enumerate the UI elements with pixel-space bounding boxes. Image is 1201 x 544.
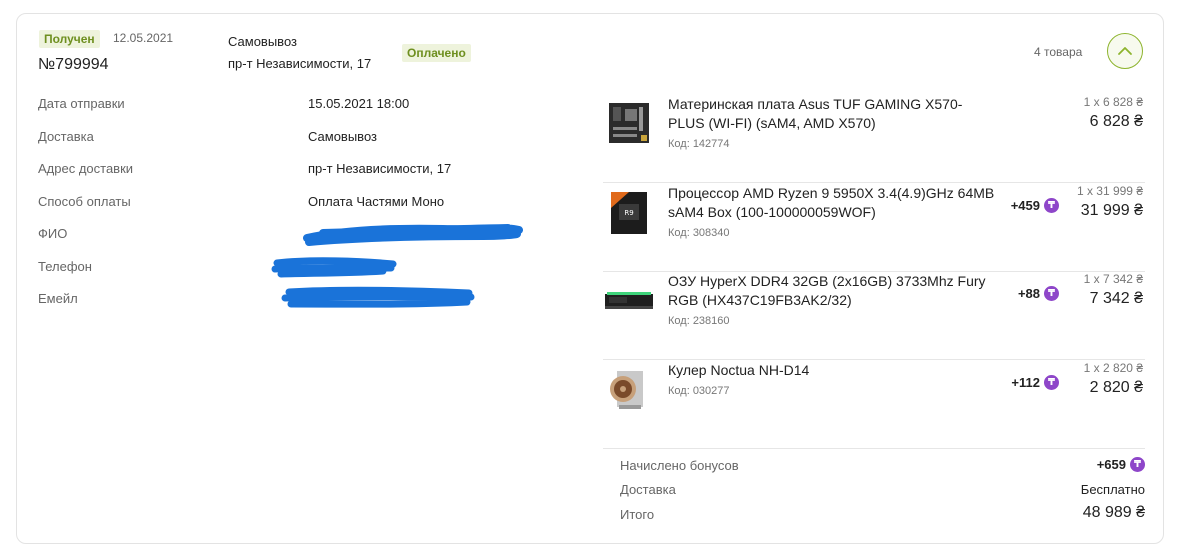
summary-delivery-value: Бесплатно	[1080, 482, 1145, 497]
order-date: 12.05.2021	[113, 31, 174, 45]
product-bonus: +112 ₸	[1011, 375, 1059, 390]
detail-value-address: пр-т Независимости, 17	[308, 161, 452, 176]
product-bonus: +459 ₸	[1011, 198, 1059, 213]
redaction-scribble-email	[281, 286, 475, 308]
product-row: ОЗУ HyperX DDR4 32GB (2x16GB) 3733Mhz Fu…	[603, 272, 1145, 360]
product-qty: 1 x 31 999 ₴	[1076, 184, 1143, 198]
detail-label-email: Емейл	[38, 291, 78, 306]
product-code: Код: 308340	[668, 227, 730, 239]
delivery-address: пр-т Независимости, 17	[228, 56, 372, 71]
detail-label-phone: Телефон	[38, 259, 92, 274]
detail-value-ship-date: 15.05.2021 18:00	[308, 96, 410, 111]
product-code: Код: 030277	[668, 385, 730, 397]
detail-label-name: ФИО	[38, 226, 68, 241]
product-bonus-value: +459	[1010, 198, 1040, 213]
items-count: 4 товара	[1034, 45, 1083, 59]
status-badge: Получен	[39, 30, 100, 48]
product-row: R9 Процессор AMD Ryzen 9 5950X 3.4(4.9)G…	[603, 184, 1145, 272]
product-code: Код: 238160	[668, 315, 730, 327]
summary-total-value: 48 989 ₴	[1082, 504, 1145, 521]
ram-image	[605, 292, 653, 309]
payment-badge: Оплачено	[402, 44, 471, 62]
detail-label-payment: Способ оплаты	[38, 194, 131, 209]
product-row: Кулер Noctua NH-D14 Код: 030277 +112 ₸ 1…	[603, 361, 1145, 449]
product-price: 7 342 ₴	[1089, 290, 1143, 307]
bonus-coin-icon: ₸	[1044, 375, 1059, 390]
product-qty: 1 x 2 820 ₴	[1083, 361, 1143, 375]
product-name[interactable]: Кулер Noctua NH-D14	[668, 361, 998, 380]
product-name[interactable]: Процессор AMD Ryzen 9 5950X 3.4(4.9)GHz …	[668, 184, 998, 222]
summary-total-label: Итого	[620, 507, 655, 522]
product-bonus: +88 ₸	[1018, 286, 1059, 301]
detail-label-ship-date: Дата отправки	[38, 96, 125, 111]
order-card: Получен 12.05.2021 №799994 Самовывоз пр-…	[16, 13, 1164, 544]
bonus-coin-icon: ₸	[1044, 198, 1059, 213]
product-name[interactable]: ОЗУ HyperX DDR4 32GB (2x16GB) 3733Mhz Fu…	[668, 272, 998, 310]
cpu-box-image: R9	[611, 192, 647, 234]
order-number: №799994	[38, 56, 109, 73]
summary-bonus: +659 ₸	[1097, 457, 1145, 472]
motherboard-image	[609, 103, 649, 143]
delivery-type: Самовывоз	[228, 34, 297, 49]
summary-delivery-label: Доставка	[620, 482, 676, 497]
redaction-scribble-phone	[271, 257, 397, 278]
chevron-up-icon	[1118, 47, 1132, 55]
product-price: 2 820 ₴	[1089, 379, 1143, 396]
detail-value-payment: Оплата Частями Моно	[308, 194, 445, 209]
summary-bonus-value: +659	[1096, 457, 1126, 472]
product-bonus-value: +88	[1017, 286, 1040, 301]
product-name[interactable]: Материнская плата Asus TUF GAMING X570-P…	[668, 95, 998, 133]
cooler-image	[610, 371, 643, 409]
bonus-coin-icon: ₸	[1130, 457, 1145, 472]
svg-text:R9: R9	[624, 209, 633, 217]
product-qty: 1 x 6 828 ₴	[1083, 95, 1143, 109]
product-code: Код: 142774	[668, 138, 730, 150]
detail-label-address: Адрес доставки	[38, 161, 134, 176]
redaction-scribble-name	[303, 224, 523, 246]
collapse-toggle-button[interactable]	[1107, 33, 1143, 69]
bonus-coin-icon: ₸	[1044, 286, 1059, 301]
product-price: 31 999 ₴	[1080, 202, 1143, 219]
product-qty: 1 x 7 342 ₴	[1083, 272, 1143, 286]
product-price: 6 828 ₴	[1089, 113, 1143, 130]
product-row: Материнская плата Asus TUF GAMING X570-P…	[603, 95, 1145, 183]
detail-value-delivery: Самовывоз	[308, 129, 377, 144]
product-bonus-value: +112	[1011, 375, 1040, 390]
detail-label-delivery: Доставка	[38, 129, 94, 144]
summary-bonus-label: Начислено бонусов	[620, 458, 739, 473]
